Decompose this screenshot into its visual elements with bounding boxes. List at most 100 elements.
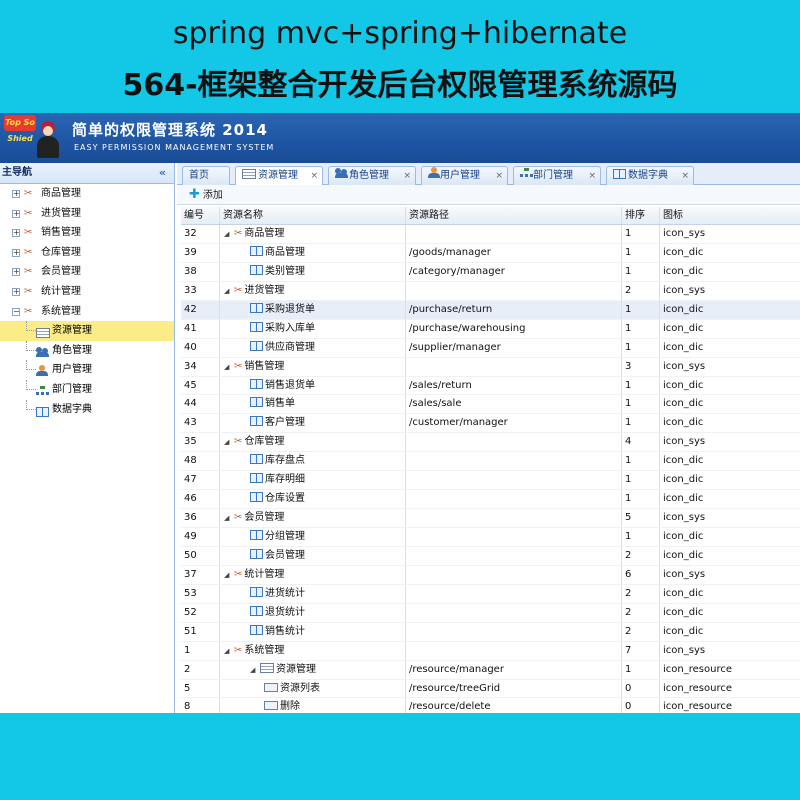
expand-arrow-icon[interactable]: ◢ xyxy=(224,282,234,300)
tab[interactable]: 部门管理 × xyxy=(513,166,601,185)
book-icon xyxy=(250,321,263,332)
expand-arrow-icon[interactable]: ◢ xyxy=(224,509,234,527)
sidebar-item[interactable]: + ✂ 销售管理 xyxy=(0,223,174,243)
expand-toggle-icon[interactable]: + xyxy=(12,190,20,198)
resource-name: 类别管理 xyxy=(265,265,305,277)
sidebar-item[interactable]: + ✂ 会员管理 xyxy=(0,262,174,282)
cell-path: /resource/treeGrid xyxy=(406,679,622,698)
cell-sort: 6 xyxy=(622,565,660,584)
table-row[interactable]: 53 进货统计 2 icon_dic xyxy=(181,584,800,604)
close-icon[interactable]: × xyxy=(495,167,503,185)
expand-toggle-icon[interactable]: + xyxy=(12,268,20,277)
app-window: Top So Shied 简单的权限管理系统 2014 EASY PERMISS… xyxy=(0,113,800,713)
tab[interactable]: 首页 xyxy=(182,166,230,185)
cell-icon-name: icon_dic xyxy=(663,606,704,618)
cell-icon-name: icon_sys xyxy=(663,284,706,296)
table-row[interactable]: 45 销售退货单/sales/return 1 icon_dic xyxy=(181,376,800,396)
table-row[interactable]: 33 ◢ ✂ 进货管理 2 icon_sys xyxy=(181,281,800,301)
expand-arrow-icon[interactable]: ◢ xyxy=(224,566,234,584)
collapse-toggle-icon[interactable]: − xyxy=(12,307,20,316)
close-icon[interactable]: × xyxy=(681,167,689,185)
tab[interactable]: 角色管理 × xyxy=(328,166,416,185)
tab[interactable]: 用户管理 × xyxy=(421,166,508,185)
tab[interactable]: 数据字典 × xyxy=(606,166,694,185)
add-button[interactable]: ✚ 添加 xyxy=(189,187,223,204)
column-name-header[interactable]: 资源名称 xyxy=(220,207,406,224)
close-icon[interactable]: × xyxy=(588,167,596,185)
double-chevron-left-icon[interactable]: « xyxy=(159,163,166,183)
book-icon xyxy=(613,169,626,179)
cell-sort: 2 xyxy=(622,584,660,603)
cell-id: 53 xyxy=(181,584,220,603)
sidebar-subitem[interactable]: 角色管理 xyxy=(0,340,174,361)
resource-name: 商品管理 xyxy=(265,246,305,258)
cell-name: 仓库设置 xyxy=(220,490,406,509)
banner-subtitle: 564-框架整合开发后台权限管理系统源码 xyxy=(122,68,678,103)
tab-label: 首页 xyxy=(189,170,209,181)
sidebar-subitem[interactable]: 用户管理 xyxy=(0,360,174,380)
expand-arrow-icon[interactable]: ◢ xyxy=(224,433,234,451)
resource-name: 进货管理 xyxy=(244,284,285,296)
sidebar-item[interactable]: + ✂ 统计管理 xyxy=(0,282,174,302)
sidebar-subitem[interactable]: 资源管理 xyxy=(0,321,174,341)
cell-icon-name: icon_dic xyxy=(663,322,704,334)
table-row[interactable]: 51 销售统计 2 icon_dic xyxy=(181,622,800,642)
sidebar-item[interactable]: + ✂ 仓库管理 xyxy=(0,243,174,263)
table-row[interactable]: 1 ◢ ✂ 系统管理 7 icon_sys xyxy=(181,641,800,661)
expand-arrow-icon[interactable]: ◢ xyxy=(224,225,234,243)
sidebar-subitem[interactable]: 部门管理 xyxy=(0,379,174,400)
sidebar-item-label: 进货管理 xyxy=(41,207,81,219)
close-icon[interactable]: × xyxy=(403,167,411,185)
table-row[interactable]: 42 采购退货单/purchase/return 1 icon_dic xyxy=(181,300,800,320)
resource-name: 删除 xyxy=(280,701,300,713)
table-row[interactable]: 36 ◢ ✂ 会员管理 5 icon_sys xyxy=(181,509,800,528)
table-row[interactable]: 40 供应商管理/supplier/manager 1 icon_dic xyxy=(181,338,800,358)
table-row[interactable]: 35 ◢ ✂ 仓库管理 4 icon_sys xyxy=(181,433,800,453)
cell-path xyxy=(406,546,622,565)
table-row[interactable]: 46 仓库设置 1 icon_dic xyxy=(181,490,800,510)
expand-arrow-icon[interactable]: ◢ xyxy=(250,661,260,679)
table-row[interactable]: 41 采购入库单/purchase/warehousing 1 icon_dic xyxy=(181,319,800,339)
sidebar-item[interactable]: + ✂ 商品管理 xyxy=(0,184,174,204)
column-path-header[interactable]: 资源路径 xyxy=(406,207,622,224)
table-row[interactable]: 49 分组管理 1 icon_dic xyxy=(181,528,800,547)
expand-toggle-icon[interactable]: + xyxy=(12,209,20,218)
column-sort-header[interactable]: 排序 xyxy=(622,207,660,224)
resource-name: 会员管理 xyxy=(244,512,285,524)
table-row[interactable]: 8 删除/resource/delete 0 icon_resource xyxy=(181,698,800,713)
expand-toggle-icon[interactable]: + xyxy=(12,287,20,296)
table-row[interactable]: 2 ◢ 资源管理/resource/manager 1 icon_resource xyxy=(181,660,800,680)
column-icon-header[interactable]: 图标 xyxy=(660,207,800,224)
table-row[interactable]: 37 ◢ ✂ 统计管理 6 icon_sys xyxy=(181,565,800,585)
cell-sort: 1 xyxy=(622,262,660,281)
close-icon[interactable]: × xyxy=(310,167,318,185)
expand-arrow-icon[interactable]: ◢ xyxy=(224,642,234,660)
cell-path xyxy=(406,357,622,376)
sidebar-item[interactable]: − ✂ 系统管理 xyxy=(0,302,174,322)
cell-icon-name: icon_sys xyxy=(663,644,706,656)
sidebar-item[interactable]: + ✂ 进货管理 xyxy=(0,204,174,224)
resource-name: 销售管理 xyxy=(244,360,285,372)
table-row[interactable]: 34 ◢ ✂ 销售管理 3 icon_sys xyxy=(181,357,800,377)
tab[interactable]: 资源管理 × xyxy=(235,166,323,186)
cell-name: 采购退货单 xyxy=(220,300,406,319)
expand-toggle-icon[interactable]: + xyxy=(12,248,20,257)
table-row[interactable]: 5 资源列表/resource/treeGrid 0 icon_resource xyxy=(181,679,800,699)
table-row[interactable]: 50 会员管理 2 icon_dic xyxy=(181,546,800,566)
column-id-header[interactable]: 编号 xyxy=(181,207,220,224)
table-row[interactable]: 47 库存明细 1 icon_dic xyxy=(181,471,800,491)
book-icon xyxy=(250,548,263,559)
table-row[interactable]: 38 类别管理/category/manager 1 icon_dic xyxy=(181,262,800,282)
cell-path: /goods/manager xyxy=(406,243,622,262)
table-row[interactable]: 43 客户管理/customer/manager 1 icon_dic xyxy=(181,414,800,434)
table-row[interactable]: 39 商品管理/goods/manager 1 icon_dic xyxy=(181,243,800,263)
sidebar-subitem[interactable]: 数据字典 xyxy=(0,399,174,420)
expand-toggle-icon[interactable]: + xyxy=(12,229,20,238)
table-row[interactable]: 48 库存盘点 1 icon_dic xyxy=(181,452,800,472)
table-row[interactable]: 32 ◢ ✂ 商品管理 1 icon_sys xyxy=(181,225,800,244)
table-row[interactable]: 52 退货统计 2 icon_dic xyxy=(181,603,800,623)
list-icon xyxy=(260,662,274,673)
cell-id: 48 xyxy=(181,452,220,471)
table-row[interactable]: 44 销售单/sales/sale 1 icon_dic xyxy=(181,395,800,415)
expand-arrow-icon[interactable]: ◢ xyxy=(224,358,234,376)
